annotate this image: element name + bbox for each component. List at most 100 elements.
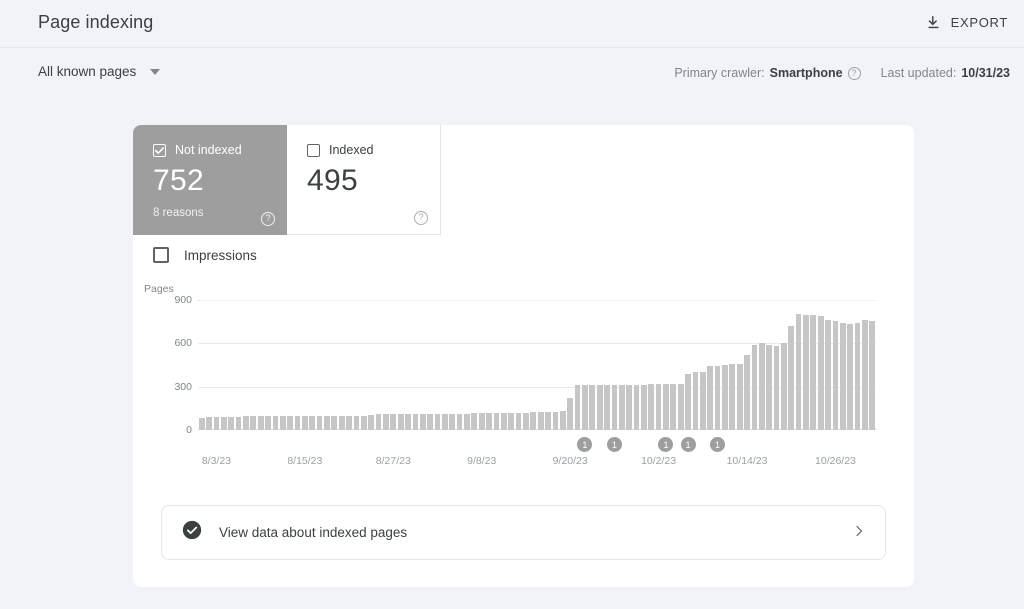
chart-bar[interactable]: [722, 365, 728, 430]
chart-bar[interactable]: [360, 415, 367, 430]
export-button[interactable]: EXPORT: [919, 10, 1014, 35]
chart-bar[interactable]: [515, 412, 522, 430]
chart-bar[interactable]: [449, 413, 456, 430]
view-indexed-pages-link[interactable]: View data about indexed pages: [161, 505, 886, 560]
chart-bar[interactable]: [353, 415, 360, 430]
chart-bar[interactable]: [316, 415, 323, 430]
chart-bar[interactable]: [781, 343, 787, 430]
checkbox-unchecked-icon[interactable]: [153, 247, 169, 263]
chart-bar[interactable]: [685, 373, 691, 430]
chart-bar[interactable]: [272, 416, 279, 430]
chart-bar[interactable]: [419, 414, 426, 430]
chart-annotation-badge[interactable]: 1: [710, 437, 726, 452]
chart-bar[interactable]: [655, 383, 662, 430]
chart-bar[interactable]: [198, 417, 205, 430]
chart-bar[interactable]: [301, 415, 308, 430]
chart-annotation-badge[interactable]: 1: [606, 437, 622, 452]
chart-bar[interactable]: [530, 412, 537, 430]
chart-bar[interactable]: [847, 323, 854, 430]
chart-plot-area[interactable]: 0 300 600 900 8/3/23 8/15/23 8/27/23 9/8/23 9/20…: [174, 294, 876, 467]
chart-bar[interactable]: [279, 415, 286, 430]
card-indexed[interactable]: Indexed 495 ?: [287, 125, 441, 235]
chart-bar[interactable]: [574, 385, 581, 430]
chart-bar[interactable]: [604, 384, 610, 430]
chart-bar[interactable]: [287, 415, 293, 430]
chart-bar[interactable]: [220, 417, 227, 430]
chart-bar[interactable]: [559, 411, 566, 430]
chart-bar[interactable]: [552, 411, 559, 430]
card-not-indexed[interactable]: Not indexed 752 8 reasons ?: [133, 125, 287, 235]
chart-bar[interactable]: [596, 384, 603, 430]
chart-bar[interactable]: [478, 413, 485, 430]
chart-bar[interactable]: [670, 383, 677, 430]
chart-bar[interactable]: [383, 414, 389, 430]
chart-bar[interactable]: [766, 344, 772, 430]
chart-bar[interactable]: [309, 415, 316, 430]
chart-bar[interactable]: [338, 415, 345, 430]
chart-bar[interactable]: [508, 412, 515, 430]
chart-bar[interactable]: [729, 364, 736, 430]
chart-bar[interactable]: [228, 417, 235, 430]
chart-bar[interactable]: [368, 414, 375, 430]
chart-bar[interactable]: [803, 315, 809, 430]
chart-bar[interactable]: [405, 414, 411, 430]
chart-bar[interactable]: [434, 413, 441, 430]
checkbox-unchecked-icon[interactable]: [307, 143, 320, 157]
chart-bar[interactable]: [375, 414, 382, 430]
chart-bar[interactable]: [464, 413, 470, 430]
chart-bar[interactable]: [206, 417, 212, 430]
chart-bar[interactable]: [567, 397, 574, 430]
chart-bar[interactable]: [427, 413, 433, 430]
chart-bar[interactable]: [744, 354, 750, 430]
chart-bar[interactable]: [839, 323, 846, 430]
chart-bar[interactable]: [707, 366, 714, 430]
chart-bar[interactable]: [788, 326, 795, 430]
chart-bar[interactable]: [471, 413, 478, 430]
chart-bar[interactable]: [699, 372, 706, 430]
chart-bar[interactable]: [626, 384, 632, 430]
chart-bar[interactable]: [825, 320, 831, 430]
chart-bar[interactable]: [677, 383, 684, 430]
chart-bar[interactable]: [736, 363, 743, 430]
chart-bar[interactable]: [257, 416, 264, 430]
chart-bar[interactable]: [633, 384, 640, 430]
chart-bar[interactable]: [442, 413, 448, 430]
chart-bar[interactable]: [663, 383, 669, 430]
chart-bar[interactable]: [412, 414, 419, 430]
all-known-pages-filter[interactable]: All known pages: [38, 64, 161, 79]
chart-bar[interactable]: [869, 320, 876, 430]
chart-bar[interactable]: [862, 320, 868, 430]
chart-bar[interactable]: [537, 411, 544, 430]
chart-bar[interactable]: [235, 417, 242, 430]
chart-bar[interactable]: [523, 412, 529, 430]
chart-bar[interactable]: [817, 315, 824, 430]
checkbox-checked-icon[interactable]: [153, 143, 166, 157]
chart-bar[interactable]: [213, 417, 220, 430]
chart-bar[interactable]: [493, 412, 500, 430]
chart-bar[interactable]: [390, 414, 397, 430]
chart-bar[interactable]: [589, 385, 596, 430]
chart-annotation-badge[interactable]: 1: [658, 437, 674, 452]
card-indexed-help-icon[interactable]: ?: [414, 211, 428, 225]
chart-bar[interactable]: [582, 385, 588, 430]
chart-bar[interactable]: [714, 365, 721, 430]
chart-bar[interactable]: [751, 344, 758, 430]
chart-bar[interactable]: [692, 372, 699, 430]
chart-bar[interactable]: [331, 415, 338, 430]
chart-bar[interactable]: [456, 413, 463, 430]
chart-bar[interactable]: [758, 343, 765, 430]
chart-bar[interactable]: [795, 314, 802, 430]
chart-bar[interactable]: [832, 320, 839, 430]
chart-bar[interactable]: [810, 315, 817, 430]
chart-bar[interactable]: [243, 416, 249, 430]
chart-annotation-badge[interactable]: 1: [577, 437, 593, 452]
chart-bar[interactable]: [640, 384, 647, 430]
chart-bar[interactable]: [500, 412, 507, 430]
chart-bar[interactable]: [611, 384, 618, 430]
chart-bar[interactable]: [250, 416, 257, 430]
chart-bar[interactable]: [397, 414, 404, 430]
chart-bar[interactable]: [618, 384, 625, 430]
chart-bar[interactable]: [346, 415, 352, 430]
chart-bar[interactable]: [773, 345, 780, 430]
chart-bar[interactable]: [486, 413, 492, 430]
